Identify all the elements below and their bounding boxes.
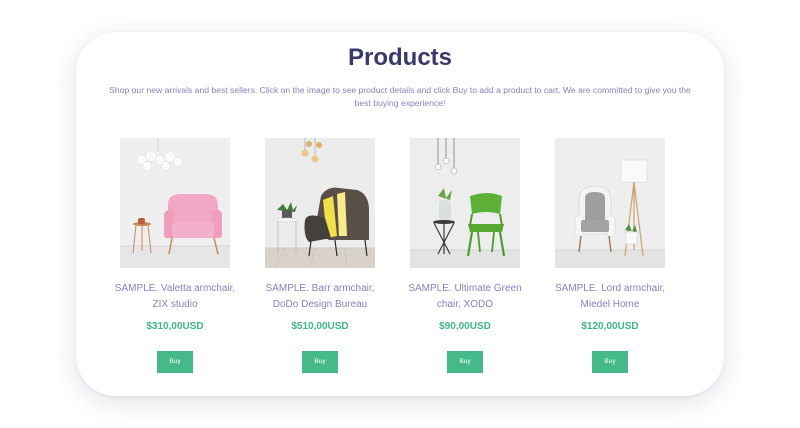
- page-title: Products: [347, 44, 452, 71]
- product-card: SAMPLE. Ultimate Green chair, XODO $90,0…: [403, 138, 527, 373]
- buy-button[interactable]: Buy: [302, 351, 338, 373]
- product-name[interactable]: SAMPLE. Ultimate Green chair, XODO: [403, 281, 527, 313]
- product-price: $120,00USD: [581, 321, 639, 332]
- product-price: $90,00USD: [439, 321, 491, 332]
- product-price: $510,00USD: [291, 321, 349, 332]
- white-armchair-image: [555, 138, 665, 268]
- page-subtitle: Shop our new arrivals and best sellers. …: [109, 85, 691, 108]
- buy-button[interactable]: Buy: [157, 351, 193, 373]
- product-image-green-chair[interactable]: [410, 138, 520, 268]
- buy-button[interactable]: Buy: [592, 351, 628, 373]
- product-name[interactable]: SAMPLE. Valetta armchair, ZIX studio: [113, 281, 237, 313]
- striped-armchair-image: [265, 138, 375, 268]
- product-name[interactable]: SAMPLE. Barr armchair, DoDo Design Burea…: [258, 281, 382, 313]
- product-card: SAMPLE. Lord armchair, Miedel Home $120,…: [548, 138, 672, 373]
- product-price: $310,00USD: [146, 321, 204, 332]
- product-image-white-armchair[interactable]: [555, 138, 665, 268]
- buy-button[interactable]: Buy: [447, 351, 483, 373]
- product-image-striped-armchair[interactable]: [265, 138, 375, 268]
- products-card: Products Shop our new arrivals and best …: [76, 32, 724, 396]
- product-card: SAMPLE. Valetta armchair, ZIX studio $31…: [113, 138, 237, 373]
- green-chair-image: [410, 138, 520, 268]
- product-card: SAMPLE. Barr armchair, DoDo Design Burea…: [258, 138, 382, 373]
- product-name[interactable]: SAMPLE. Lord armchair, Miedel Home: [548, 281, 672, 313]
- product-image-pink-armchair[interactable]: [120, 138, 230, 268]
- pink-armchair-image: [120, 138, 230, 268]
